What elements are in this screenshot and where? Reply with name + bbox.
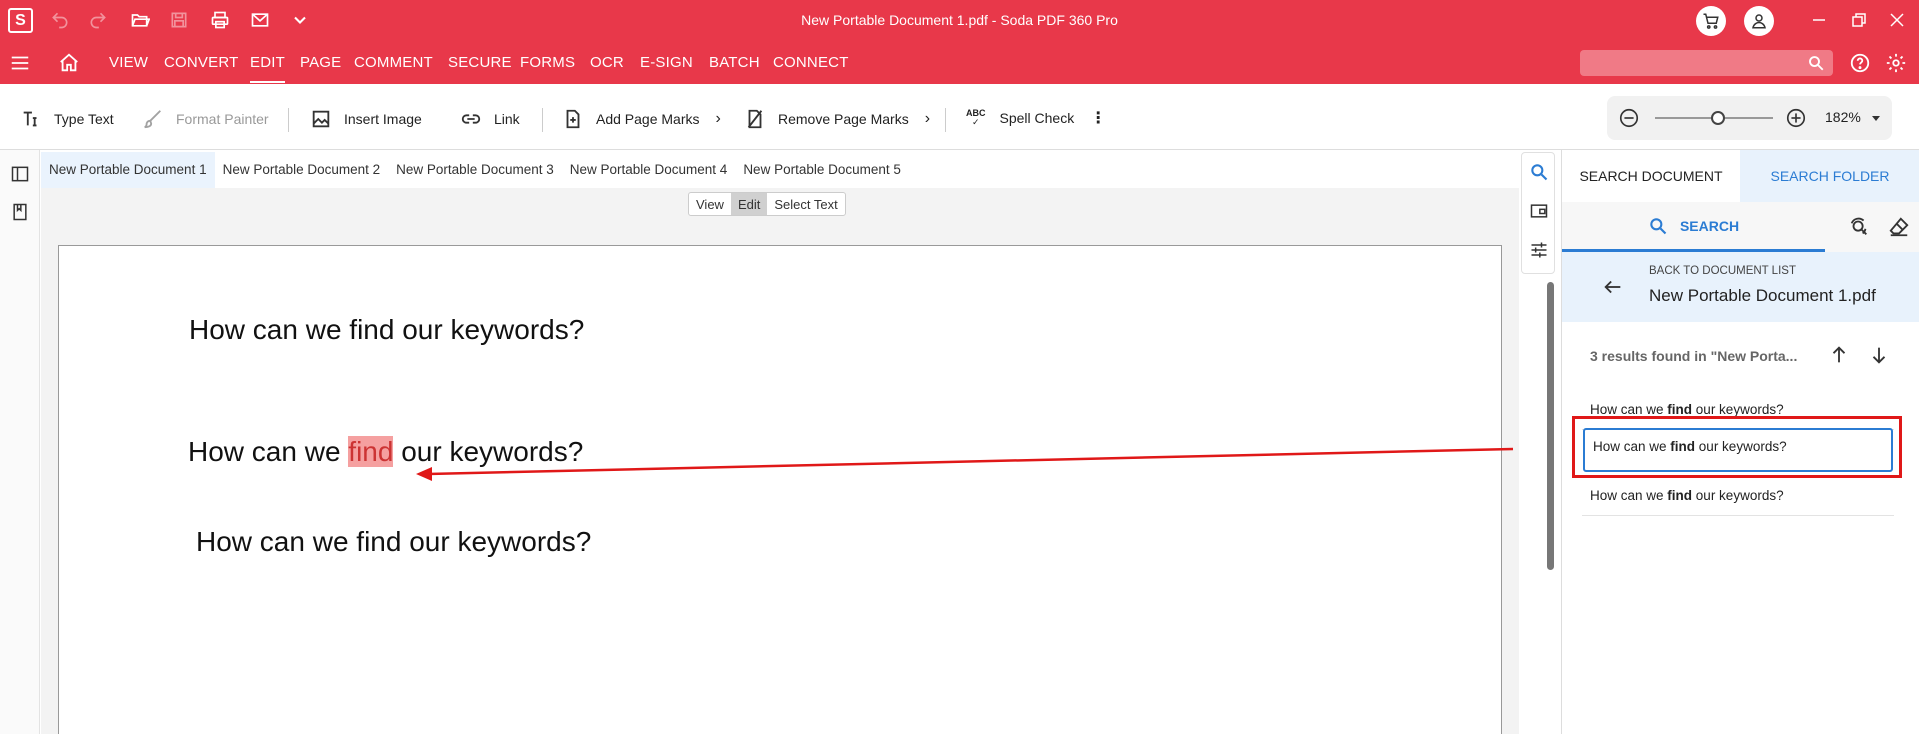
search-icon <box>1650 217 1667 234</box>
search-panel-tabs: SEARCH DOCUMENT SEARCH FOLDER <box>1562 150 1919 202</box>
remove-page-marks-label: Remove Page Marks <box>778 111 909 127</box>
menu-ocr[interactable]: OCR <box>590 54 624 71</box>
close-icon[interactable] <box>1880 6 1914 34</box>
chevron-right-icon[interactable]: › <box>716 110 721 128</box>
tab-search-document[interactable]: SEARCH DOCUMENT <box>1562 150 1740 202</box>
advanced-search-icon[interactable] <box>1848 216 1870 238</box>
document-tabs: New Portable Document 1 New Portable Doc… <box>41 152 909 188</box>
menu-secure[interactable]: SECURE <box>448 54 512 71</box>
panel-toggle-icon[interactable] <box>10 164 30 184</box>
cart-icon[interactable] <box>1696 6 1726 36</box>
page-text-line-1[interactable]: How can we find our keywords? <box>189 314 584 346</box>
current-file-name: New Portable Document 1.pdf <box>1649 286 1876 305</box>
results-count: 3 results found in "New Porta... <box>1590 348 1798 364</box>
restore-icon[interactable] <box>1842 6 1876 34</box>
zoom-in-icon[interactable] <box>1785 107 1807 129</box>
hamburger-menu-icon[interactable] <box>9 52 31 74</box>
back-caption: BACK TO DOCUMENT LIST <box>1649 265 1796 277</box>
menu-connect[interactable]: CONNECT <box>773 54 849 71</box>
view-mode-button[interactable]: View <box>689 193 731 215</box>
layout-panel-icon[interactable] <box>1529 201 1549 221</box>
tab-search-folder[interactable]: SEARCH FOLDER <box>1740 150 1919 202</box>
arrow-left-icon[interactable] <box>1602 276 1624 298</box>
mode-switch: View Edit Select Text <box>688 192 846 216</box>
format-painter-button[interactable]: Format Painter <box>142 108 269 130</box>
search-icon[interactable] <box>1807 54 1825 72</box>
help-icon[interactable] <box>1849 52 1871 74</box>
search-button-label: SEARCH <box>1679 217 1740 234</box>
window-title: New Portable Document 1.pdf - Soda PDF 3… <box>801 12 1118 28</box>
vertical-scrollbar[interactable] <box>1547 282 1554 570</box>
right-tool-strip <box>1521 152 1555 274</box>
spell-check-icon: ABC ✓ <box>966 108 986 127</box>
format-painter-label: Format Painter <box>176 111 269 127</box>
insert-image-label: Insert Image <box>344 111 422 127</box>
insert-image-button[interactable]: Insert Image <box>310 108 422 130</box>
menu-page[interactable]: PAGE <box>300 54 341 71</box>
page-text-line-3[interactable]: How can we find our keywords? <box>196 526 591 558</box>
zoom-level-value[interactable]: 182% <box>1825 109 1861 125</box>
toolbar-divider <box>288 108 289 132</box>
menu-comment[interactable]: COMMENT <box>354 54 433 71</box>
search-result-item[interactable]: How can we find our keywords? <box>1582 478 1894 516</box>
settings-gear-icon[interactable] <box>1885 52 1907 74</box>
image-icon <box>312 110 330 128</box>
doc-tab-3[interactable]: New Portable Document 3 <box>388 152 562 188</box>
spell-check-label: Spell Check <box>999 110 1075 126</box>
adjust-sliders-icon[interactable] <box>1529 240 1549 260</box>
edit-mode-button[interactable]: Edit <box>730 193 768 215</box>
brush-icon <box>144 110 161 129</box>
toolbar-divider <box>945 108 946 132</box>
zoom-out-icon[interactable] <box>1618 107 1640 129</box>
search-icon[interactable] <box>1529 162 1549 182</box>
bookmark-page-icon[interactable] <box>10 202 30 222</box>
menu-batch[interactable]: BATCH <box>709 54 760 71</box>
global-search-input[interactable] <box>1580 50 1833 76</box>
menu-forms[interactable]: FORMS <box>520 54 575 71</box>
left-sidebar <box>0 150 40 734</box>
zoom-dropdown-caret-icon[interactable] <box>1871 113 1881 123</box>
remove-page-marks-button[interactable]: Remove Page Marks › <box>744 108 930 130</box>
home-icon[interactable] <box>58 52 80 74</box>
select-text-mode-button[interactable]: Select Text <box>767 193 844 215</box>
remove-page-icon <box>747 109 763 129</box>
add-page-icon <box>566 109 580 129</box>
type-text-label: Type Text <box>54 111 114 127</box>
doc-tab-2[interactable]: New Portable Document 2 <box>215 152 389 188</box>
doc-tab-5[interactable]: New Portable Document 5 <box>735 152 909 188</box>
link-icon <box>461 114 481 124</box>
chevron-right-icon[interactable]: › <box>925 110 930 128</box>
link-button[interactable]: Link <box>460 108 520 130</box>
type-text-button[interactable]: Type Text <box>20 108 114 130</box>
zoom-control: 182% <box>1607 96 1892 140</box>
user-account-icon[interactable] <box>1744 6 1774 36</box>
eraser-icon[interactable] <box>1888 216 1910 238</box>
menu-esign[interactable]: E-SIGN <box>640 54 693 71</box>
title-bar: S New Portable Document 1.pdf - Soda PDF… <box>0 0 1919 40</box>
minimize-icon[interactable] <box>1802 6 1836 34</box>
doc-tab-4[interactable]: New Portable Document 4 <box>562 152 736 188</box>
link-label: Link <box>494 111 520 127</box>
search-action-row: SEARCH <box>1562 202 1919 252</box>
arrow-down-icon[interactable] <box>1868 344 1890 366</box>
toolbar-divider <box>542 108 543 132</box>
page-text-line-2[interactable]: How can we find our keywords? <box>188 436 583 468</box>
menu-convert[interactable]: CONVERT <box>164 54 238 71</box>
more-options-icon[interactable]: ⋮ <box>1090 108 1106 128</box>
arrow-up-icon[interactable] <box>1828 344 1850 366</box>
zoom-slider-handle[interactable] <box>1711 111 1725 125</box>
pdf-page: How can we find our keywords? How can we… <box>58 245 1502 734</box>
annotation-highlight-box <box>1572 416 1902 478</box>
doc-tab-1[interactable]: New Portable Document 1 <box>41 152 215 188</box>
menu-view[interactable]: VIEW <box>109 54 148 71</box>
search-match-highlight: find <box>348 436 394 467</box>
search-button[interactable]: SEARCH <box>1562 202 1825 252</box>
add-page-marks-label: Add Page Marks <box>596 111 700 127</box>
spell-check-button[interactable]: ABC ✓ Spell Check ⋮ <box>966 108 1106 128</box>
type-text-icon <box>23 111 37 127</box>
add-page-marks-button[interactable]: Add Page Marks › <box>562 108 721 130</box>
menu-edit[interactable]: EDIT <box>250 54 285 83</box>
